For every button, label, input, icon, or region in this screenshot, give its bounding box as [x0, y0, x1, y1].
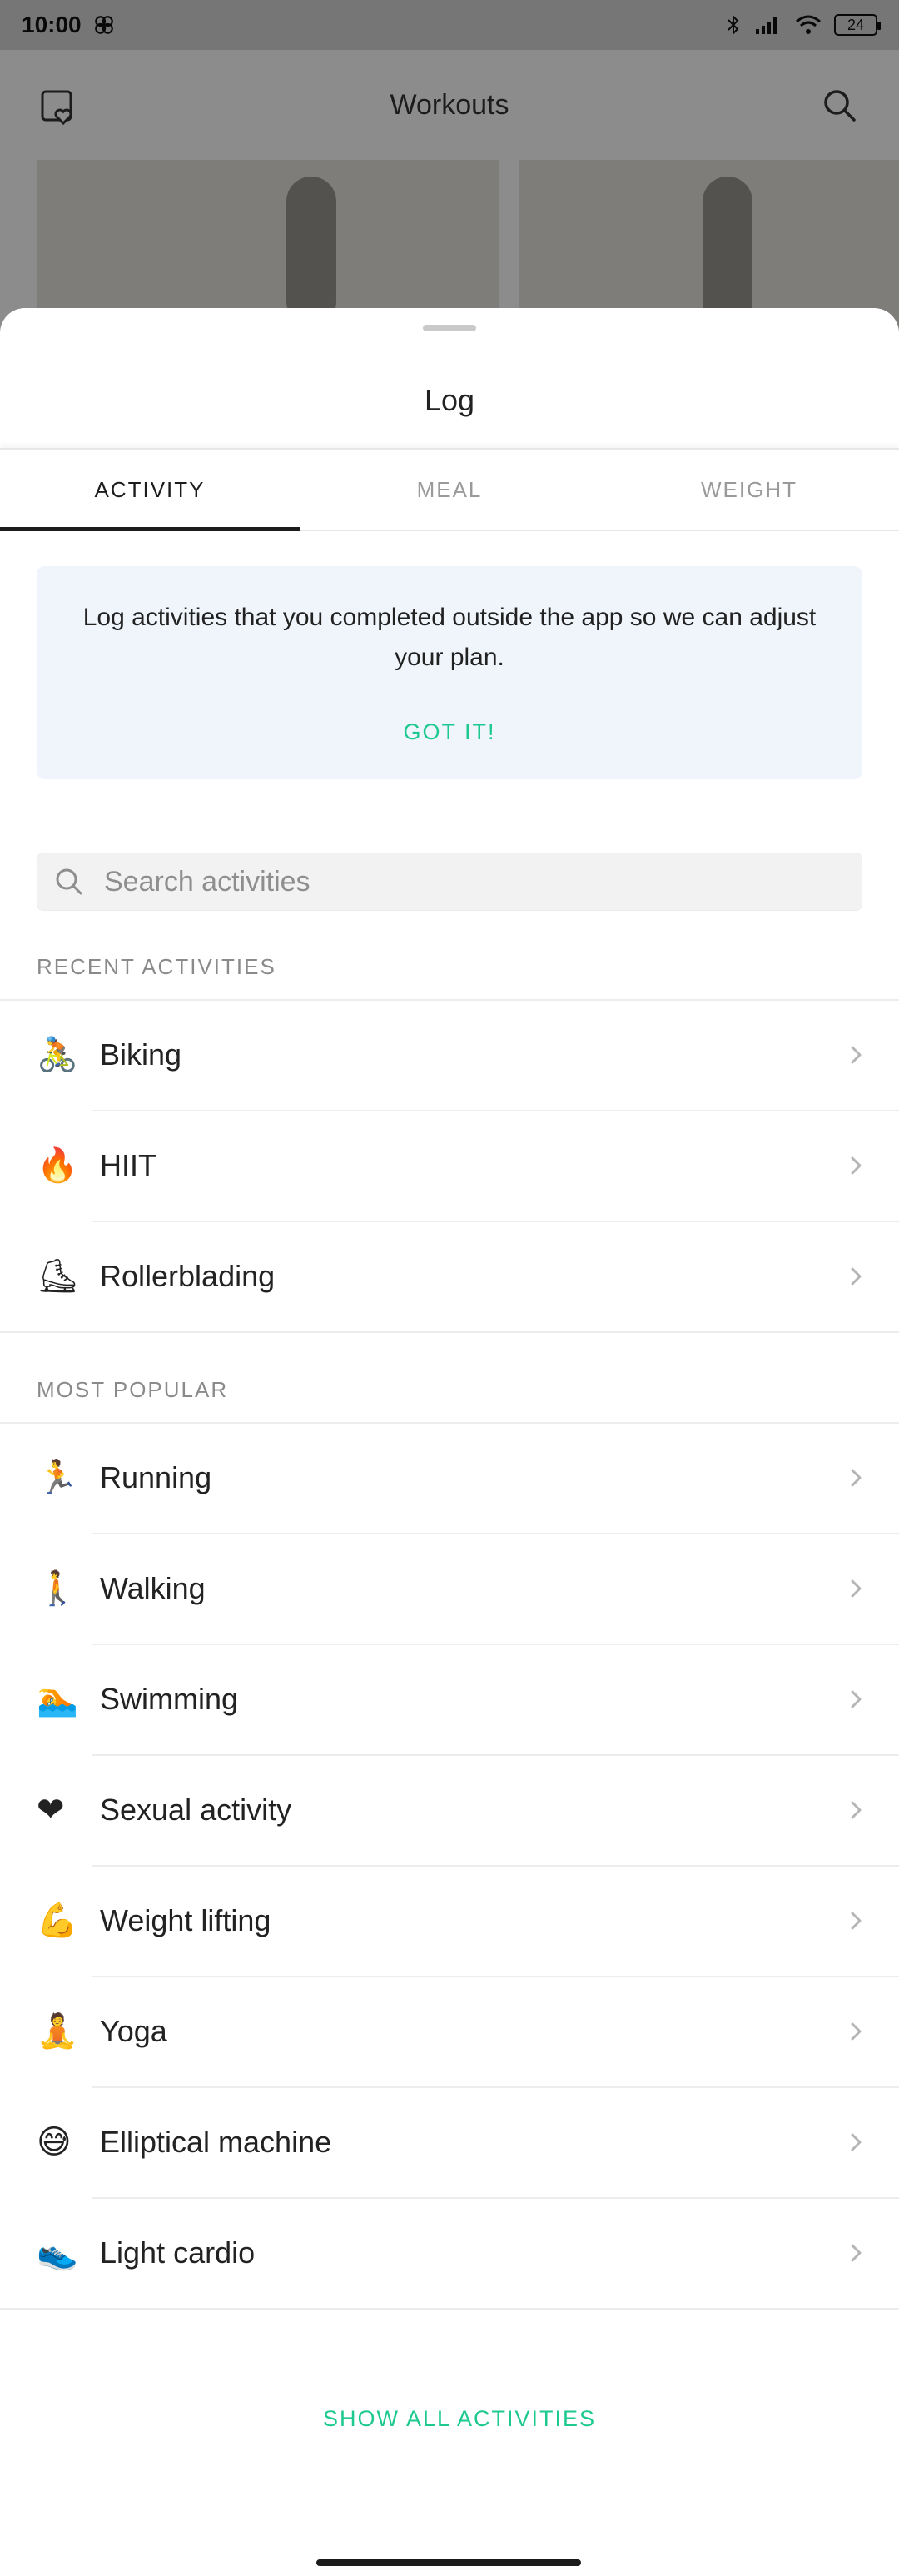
activity-row[interactable]: 💪 Weight lifting — [0, 1865, 899, 1976]
activity-row[interactable]: 🔥 HIIT — [0, 1110, 899, 1221]
activity-emoji-icon: 👟 — [37, 2234, 78, 2271]
activity-emoji-icon: ❤ — [37, 1791, 65, 1828]
most-popular-list: 🏃 Running 🚶 Walking 🏊 Swimming ❤ Sexual activit… — [0, 1422, 899, 2310]
log-bottom-sheet: Log ACTIVITY MEAL WEIGHT Log activities … — [0, 308, 899, 2576]
recent-activities-list: 🚴 Biking 🔥 HIIT ⛸ Rollerblading — [0, 999, 899, 1333]
search-activities-input[interactable] — [104, 865, 837, 898]
activity-label: Walking — [100, 1570, 206, 1605]
chevron-right-icon — [851, 2022, 862, 2040]
log-tabs: ACTIVITY MEAL WEIGHT — [0, 448, 899, 531]
activity-emoji-icon: 🚴 — [37, 1036, 78, 1073]
activity-emoji-icon: 🏃 — [37, 1459, 78, 1496]
got-it-button[interactable]: GOT IT! — [37, 719, 862, 745]
activity-row[interactable]: 😅 Elliptical machine — [0, 2086, 899, 2197]
activity-row[interactable]: 🚶 Walking — [0, 1533, 899, 1644]
tab-weight[interactable]: WEIGHT — [599, 450, 899, 530]
chevron-right-icon — [851, 1690, 862, 1708]
chevron-right-icon — [851, 2244, 862, 2261]
background-app: 10:00 24 Workouts — [0, 0, 899, 360]
activity-label: Biking — [100, 1037, 182, 1072]
activity-emoji-icon: 🔥 — [37, 1146, 78, 1184]
tab-meal[interactable]: MEAL — [300, 450, 599, 530]
info-banner: Log activities that you completed outsid… — [37, 566, 862, 779]
activity-row[interactable]: 🚴 Biking — [0, 999, 899, 1110]
activity-row[interactable]: ⛸ Rollerblading — [0, 1221, 899, 1331]
recent-activities-heading: RECENT ACTIVITIES — [37, 954, 276, 979]
chevron-right-icon — [851, 1912, 862, 1929]
activity-label: Running — [100, 1460, 212, 1494]
modal-scrim[interactable] — [0, 0, 899, 358]
activity-row[interactable]: ❤ Sexual activity — [0, 1754, 899, 1865]
sheet-drag-handle[interactable] — [423, 325, 476, 331]
chevron-right-icon — [851, 1801, 862, 1818]
show-all-activities-button[interactable]: SHOW ALL ACTIVITIES — [0, 2406, 899, 2432]
activity-emoji-icon: 🧘 — [37, 2012, 78, 2050]
info-text: Log activities that you completed outsid… — [82, 604, 817, 671]
chevron-right-icon — [851, 1156, 862, 1174]
list-divider — [0, 2308, 899, 2310]
chevron-right-icon — [851, 1579, 862, 1597]
chevron-right-icon — [851, 2133, 862, 2151]
activity-emoji-icon: 💪 — [37, 1902, 78, 1939]
tab-activity[interactable]: ACTIVITY — [0, 450, 300, 531]
activity-emoji-icon: ⛸ — [37, 1257, 79, 1295]
activity-label: Sexual activity — [100, 1792, 292, 1827]
most-popular-heading: MOST POPULAR — [37, 1377, 229, 1402]
activity-row[interactable]: 👟 Light cardio — [0, 2197, 899, 2308]
search-icon — [56, 868, 82, 895]
activity-row[interactable]: 🧘 Yoga — [0, 1976, 899, 2086]
activity-label: Yoga — [100, 2013, 167, 2048]
list-divider — [0, 1331, 899, 1333]
chevron-right-icon — [851, 1046, 862, 1063]
search-bar — [37, 853, 862, 911]
activity-row[interactable]: 🏊 Swimming — [0, 1644, 899, 1754]
activity-emoji-icon: 😅 — [37, 2123, 72, 2161]
home-indicator[interactable] — [316, 2559, 581, 2566]
activity-label: Swimming — [100, 1681, 239, 1716]
activity-label: HIIT — [100, 1147, 156, 1182]
activity-emoji-icon: 🚶 — [37, 1569, 78, 1607]
activity-label: Light cardio — [100, 2235, 256, 2270]
activity-label: Rollerblading — [100, 1258, 276, 1293]
chevron-right-icon — [851, 1469, 862, 1486]
activity-emoji-icon: 🏊 — [37, 1680, 78, 1718]
activity-label: Elliptical machine — [100, 2124, 332, 2159]
activity-row[interactable]: 🏃 Running — [0, 1422, 899, 1533]
activity-label: Weight lifting — [100, 1902, 271, 1937]
sheet-title: Log — [424, 383, 475, 417]
chevron-right-icon — [851, 1267, 862, 1285]
